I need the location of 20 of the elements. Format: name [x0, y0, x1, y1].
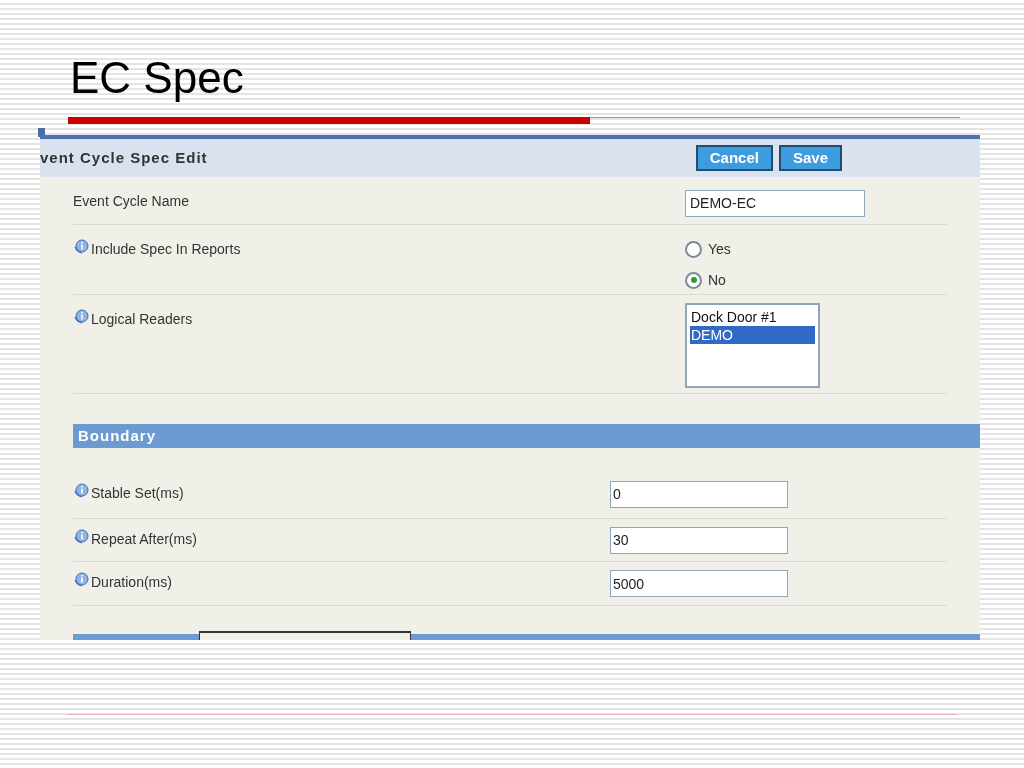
- field-label: Include Spec In Reports: [91, 239, 241, 259]
- field-label: Stable Set(ms): [91, 483, 184, 503]
- field-label: Event Cycle Name: [73, 191, 189, 211]
- slide-title: EC Spec: [70, 56, 244, 100]
- list-item[interactable]: Dock Door #1: [690, 308, 815, 327]
- radio-label: Yes: [708, 239, 731, 259]
- list-box[interactable]: Dock Door #1 DEMO: [685, 303, 820, 389]
- radio-button[interactable]: [685, 271, 702, 289]
- text-field[interactable]: 30: [610, 526, 788, 554]
- section-title: Boundary: [78, 425, 156, 446]
- list-item[interactable]: DEMO: [690, 326, 815, 345]
- field-label: Duration(ms): [91, 573, 172, 593]
- radio-label: No: [708, 270, 726, 290]
- text-field[interactable]: 0: [610, 480, 788, 508]
- field-label: Repeat After(ms): [91, 529, 197, 549]
- radio-button[interactable]: [685, 240, 702, 258]
- text-field[interactable]: 5000: [610, 570, 788, 598]
- text-field[interactable]: DEMO-EC: [685, 189, 865, 217]
- form-title: vent Cycle Spec Edit: [40, 147, 208, 168]
- field-label: Logical Readers: [91, 310, 193, 330]
